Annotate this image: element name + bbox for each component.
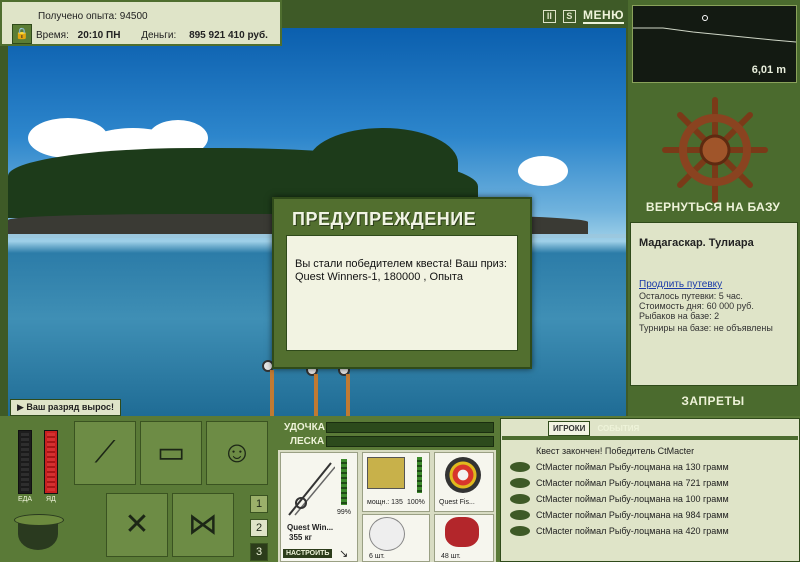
dialog-title: ПРЕДУПРЕЖДЕНИЕ bbox=[292, 209, 477, 229]
log-line: CtMacter поймал Рыбу-лоцмана на 984 грам… bbox=[536, 510, 729, 520]
tackle-box-slot[interactable]: ▭ bbox=[140, 421, 202, 485]
line-tension-bar bbox=[326, 436, 494, 447]
line-name: Quest Fis... bbox=[439, 499, 475, 506]
cauldron-icon[interactable] bbox=[14, 508, 64, 554]
hook-icon bbox=[369, 517, 405, 551]
tab-players[interactable]: ИГРОКИ bbox=[548, 421, 591, 436]
bait-card[interactable]: 48 шт. bbox=[434, 514, 494, 562]
fish-icon bbox=[510, 526, 530, 536]
character-slot[interactable]: ☺ bbox=[206, 421, 268, 485]
log-divider bbox=[502, 436, 798, 440]
tournaments-status: Турниры на базе: не объявлены bbox=[639, 323, 773, 333]
log-tabs: ИГРОКИ СОБЫТИЯ bbox=[548, 421, 643, 436]
rod-stick bbox=[314, 374, 318, 416]
exp-label: Получено опыта: bbox=[38, 11, 117, 22]
knife-fork-icon: ✕ bbox=[124, 508, 150, 541]
base-info-panel: Мадагаскар. Тулиара Продлить путевку Ост… bbox=[630, 222, 798, 386]
page-3-button[interactable]: 3 bbox=[250, 543, 268, 561]
hook-count: 6 шт. bbox=[369, 553, 385, 560]
reel-item-icon bbox=[367, 457, 405, 489]
log-line: CtMacter поймал Рыбу-лоцмана на 130 грам… bbox=[536, 462, 729, 472]
pause-button[interactable]: II bbox=[542, 10, 556, 23]
anglers-count: Рыбаков на базе: 2 bbox=[639, 311, 720, 321]
rod-wear-bar bbox=[341, 459, 347, 505]
fish-icon bbox=[510, 478, 530, 488]
lock-icon[interactable]: 🔒 bbox=[12, 24, 32, 44]
dialog-body: Вы стали победителем квеста! Ваш приз: Q… bbox=[286, 235, 518, 351]
time-label: Время: bbox=[36, 30, 69, 41]
poison-bar bbox=[44, 430, 58, 494]
return-to-base-button[interactable]: ВЕРНУТЬСЯ НА БАЗУ bbox=[634, 200, 792, 214]
money-label: Деньги: bbox=[141, 30, 177, 41]
location-title: Мадагаскар. Тулиара bbox=[639, 237, 754, 249]
money-value: 895 921 410 руб. bbox=[189, 30, 268, 41]
log-line: Квест закончен! Победитель CtMacter bbox=[536, 446, 695, 456]
rod-card[interactable]: 99% Quest Win... 355 кг НАСТРОИТЬ ↘ bbox=[280, 452, 358, 562]
food-slot[interactable]: ✕ bbox=[106, 493, 168, 557]
float-marker-icon bbox=[702, 15, 708, 21]
log-line: CtMacter поймал Рыбу-лоцмана на 721 грам… bbox=[536, 478, 729, 488]
exp-line: Получено опыта: 94500 bbox=[38, 11, 148, 22]
fish-icon: ⋈ bbox=[188, 508, 218, 541]
remaining-time: Осталось путевки: 5 час. bbox=[639, 291, 743, 301]
log-line: CtMacter поймал Рыбу-лоцмана на 100 грам… bbox=[536, 494, 729, 504]
log-line: CtMacter поймал Рыбу-лоцмана на 420 грам… bbox=[536, 526, 729, 536]
day-cost: Стоимость дня: 60 000 руб. bbox=[639, 301, 754, 311]
page-1-button[interactable]: 1 bbox=[250, 495, 268, 513]
toast-text: Ваш разряд вырос! bbox=[26, 402, 114, 412]
reel-power: мощн.: 135 bbox=[367, 499, 403, 506]
rod-name: Quest Win... bbox=[287, 523, 334, 532]
time-money-line: Время: 20:10 ПН Деньги: 895 921 410 руб. bbox=[36, 30, 268, 41]
player-stats-panel: Получено опыта: 94500 🔒 Время: 20:10 ПН … bbox=[0, 0, 282, 46]
exp-value: 94500 bbox=[119, 11, 148, 22]
hook-card[interactable]: 6 шт. bbox=[362, 514, 430, 562]
depth-meter: 6,01 m bbox=[632, 5, 797, 83]
top-controls: II S МЕНЮ bbox=[542, 8, 624, 24]
bait-count: 48 шт. bbox=[441, 553, 461, 560]
dialog-message: Вы стали победителем квеста! Ваш приз: Q… bbox=[295, 258, 507, 283]
food-bar bbox=[18, 430, 32, 494]
rank-up-toast: ▶ Ваш разряд вырос! bbox=[10, 399, 121, 416]
tackle-panel: 99% Quest Win... 355 кг НАСТРОИТЬ ↘ мощн… bbox=[278, 450, 496, 562]
menu-button[interactable]: МЕНЮ bbox=[582, 8, 624, 24]
rod-durability-bar bbox=[326, 422, 494, 433]
food-label: ЕДА bbox=[18, 496, 33, 503]
poison-label: ЯД bbox=[46, 496, 56, 503]
arrow-right-icon: ▶ bbox=[17, 402, 27, 412]
island-trees bbox=[308, 128, 458, 198]
line-label: ЛЕСКА bbox=[290, 436, 325, 447]
fish-slot[interactable]: ⋈ bbox=[172, 493, 234, 557]
rod-percent: 99% bbox=[337, 509, 352, 516]
rod-reel-icon bbox=[288, 462, 335, 516]
rod-stick bbox=[346, 374, 350, 416]
arrow-icon: ↘ bbox=[339, 548, 349, 560]
fish-icon bbox=[510, 494, 530, 504]
line-spool-icon bbox=[445, 457, 481, 493]
warning-dialog[interactable]: ПРЕДУПРЕЖДЕНИЕ Вы стали победителем квес… bbox=[272, 197, 532, 369]
rods-slot[interactable]: ⟋ bbox=[74, 421, 136, 485]
bait-icon bbox=[445, 517, 479, 547]
extend-trip-link[interactable]: Продлить путевку bbox=[639, 279, 722, 290]
tackle-box-icon: ▭ bbox=[156, 436, 186, 469]
fish-icon bbox=[510, 462, 530, 472]
depth-value: 6,01 m bbox=[751, 64, 786, 76]
reel-wear-bar bbox=[417, 457, 422, 493]
line-card[interactable]: Quest Fis... bbox=[434, 452, 494, 512]
reel-card[interactable]: мощн.: 135 100% bbox=[362, 452, 430, 512]
rod-label: УДОЧКА bbox=[284, 422, 325, 433]
reel-percent: 100% bbox=[407, 499, 425, 506]
fish-icon bbox=[510, 510, 530, 520]
rod-stick bbox=[270, 370, 274, 416]
ship-wheel-icon[interactable] bbox=[660, 95, 770, 205]
bans-button[interactable]: ЗАПРЕТЫ bbox=[634, 394, 792, 408]
fishing-rod-icon: ⟋ bbox=[94, 436, 116, 469]
cloud bbox=[518, 156, 568, 186]
sound-button[interactable]: S bbox=[562, 10, 576, 23]
rod-weight: 355 кг bbox=[289, 533, 312, 542]
tab-events[interactable]: СОБЫТИЯ bbox=[593, 422, 643, 435]
page-2-button[interactable]: 2 bbox=[250, 519, 268, 537]
setup-button[interactable]: НАСТРОИТЬ bbox=[283, 549, 333, 558]
time-value: 20:10 ПН bbox=[77, 30, 121, 41]
fisherman-icon: ☺ bbox=[221, 436, 253, 469]
